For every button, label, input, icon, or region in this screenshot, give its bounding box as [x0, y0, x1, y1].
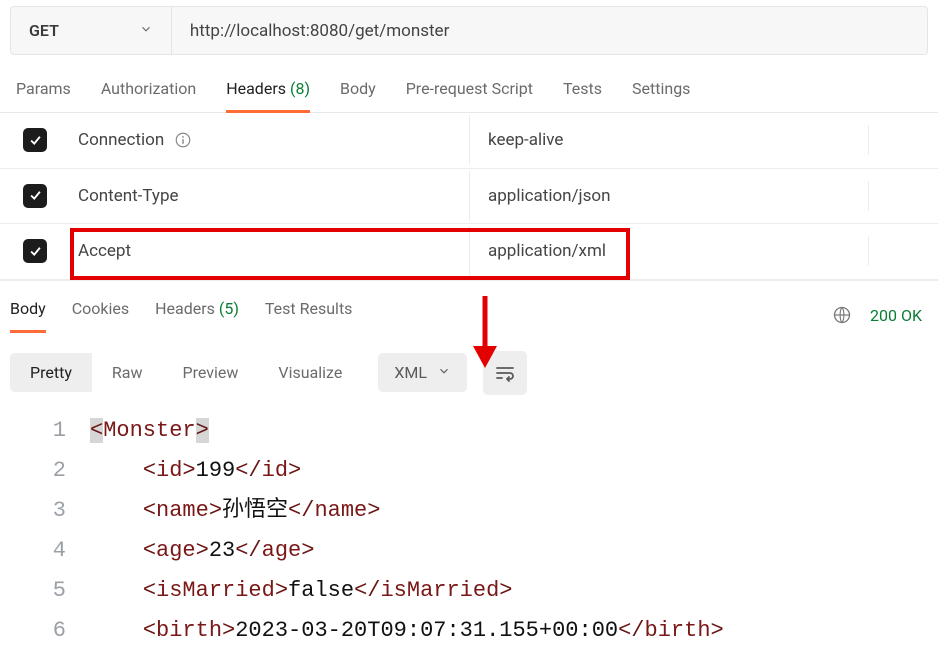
http-method-select[interactable]: GET [11, 7, 172, 54]
tab-headers-count: (8) [290, 79, 310, 98]
header-value: application/xml [488, 241, 606, 261]
header-key: Connection [78, 130, 164, 150]
checkbox[interactable] [23, 128, 47, 152]
header-key: Content-Type [78, 186, 179, 206]
resp-tab-headers-label: Headers [155, 299, 215, 318]
view-pretty[interactable]: Pretty [10, 353, 92, 392]
header-key-cell[interactable]: Accept [70, 226, 470, 276]
line-number: 3 [10, 491, 90, 531]
checkbox[interactable] [23, 184, 47, 208]
code-line: <name>孙悟空</name> [90, 491, 380, 531]
header-value-cell[interactable]: application/json [470, 171, 868, 221]
header-key-cell[interactable]: Content-Type [70, 171, 470, 221]
chevron-down-icon [139, 22, 153, 40]
body-view-mode: Pretty Raw Preview Visualize [10, 353, 362, 392]
view-visualize[interactable]: Visualize [258, 353, 362, 392]
body-view-controls: Pretty Raw Preview Visualize XML [0, 332, 938, 407]
tab-authorization[interactable]: Authorization [101, 79, 196, 112]
headers-table: Connection keep-alive Content-Type appli… [0, 113, 938, 280]
code-line: <birth>2023-03-20T09:07:31.155+00:00</bi… [90, 611, 724, 651]
response-tabs: Body Cookies Headers (5) Test Results 20… [0, 280, 938, 332]
globe-icon[interactable] [832, 305, 852, 325]
url-value: http://localhost:8080/get/monster [190, 21, 449, 41]
line-number: 4 [10, 531, 90, 571]
tab-body[interactable]: Body [340, 79, 376, 112]
view-raw[interactable]: Raw [92, 353, 163, 392]
tab-settings[interactable]: Settings [632, 79, 690, 112]
tab-tests[interactable]: Tests [563, 79, 602, 112]
resp-tab-test-results[interactable]: Test Results [265, 299, 353, 332]
code-line: <age>23</age> [90, 531, 314, 571]
wrap-lines-button[interactable] [483, 351, 527, 395]
view-preview[interactable]: Preview [162, 353, 258, 392]
line-number: 5 [10, 571, 90, 611]
tab-prerequest[interactable]: Pre-request Script [406, 79, 533, 112]
header-row: Connection keep-alive [0, 113, 938, 169]
info-icon [174, 131, 192, 149]
line-number: 1 [10, 411, 90, 451]
response-body-code[interactable]: 1 <Monster> 2 <id>199</id> 3 <name>孙悟空</… [0, 407, 938, 651]
header-key-cell[interactable]: Connection [70, 115, 470, 165]
resp-tab-headers[interactable]: Headers (5) [155, 299, 239, 332]
chevron-down-icon [437, 363, 451, 382]
code-line: <id>199</id> [90, 451, 301, 491]
resp-tab-headers-count: (5) [219, 299, 239, 318]
checkbox[interactable] [23, 239, 47, 263]
header-stub [868, 236, 938, 266]
header-stub [868, 181, 938, 211]
header-row: Accept application/xml [0, 224, 938, 280]
header-key: Accept [78, 241, 131, 261]
header-value: keep-alive [488, 130, 563, 150]
resp-tab-cookies[interactable]: Cookies [72, 299, 129, 332]
tab-params[interactable]: Params [16, 79, 71, 112]
header-value: application/json [488, 186, 610, 206]
code-line: <Monster> [90, 411, 209, 451]
header-row: Content-Type application/json [0, 169, 938, 225]
tab-headers[interactable]: Headers (8) [226, 79, 310, 112]
line-number: 2 [10, 451, 90, 491]
request-tabs: Params Authorization Headers (8) Body Pr… [0, 65, 938, 113]
tab-headers-label: Headers [226, 79, 286, 98]
header-value-cell[interactable]: application/xml [470, 226, 868, 276]
response-status: 200 OK [870, 306, 922, 325]
body-lang-value: XML [394, 363, 427, 382]
resp-tab-body[interactable]: Body [10, 299, 46, 332]
header-value-cell[interactable]: keep-alive [470, 115, 868, 165]
code-line: <isMarried>false</isMarried> [90, 571, 513, 611]
http-method-value: GET [29, 21, 59, 40]
url-input[interactable]: http://localhost:8080/get/monster [172, 7, 927, 54]
line-number: 6 [10, 611, 90, 651]
request-bar: GET http://localhost:8080/get/monster [10, 6, 928, 55]
header-stub [868, 125, 938, 155]
body-lang-select[interactable]: XML [378, 353, 467, 392]
